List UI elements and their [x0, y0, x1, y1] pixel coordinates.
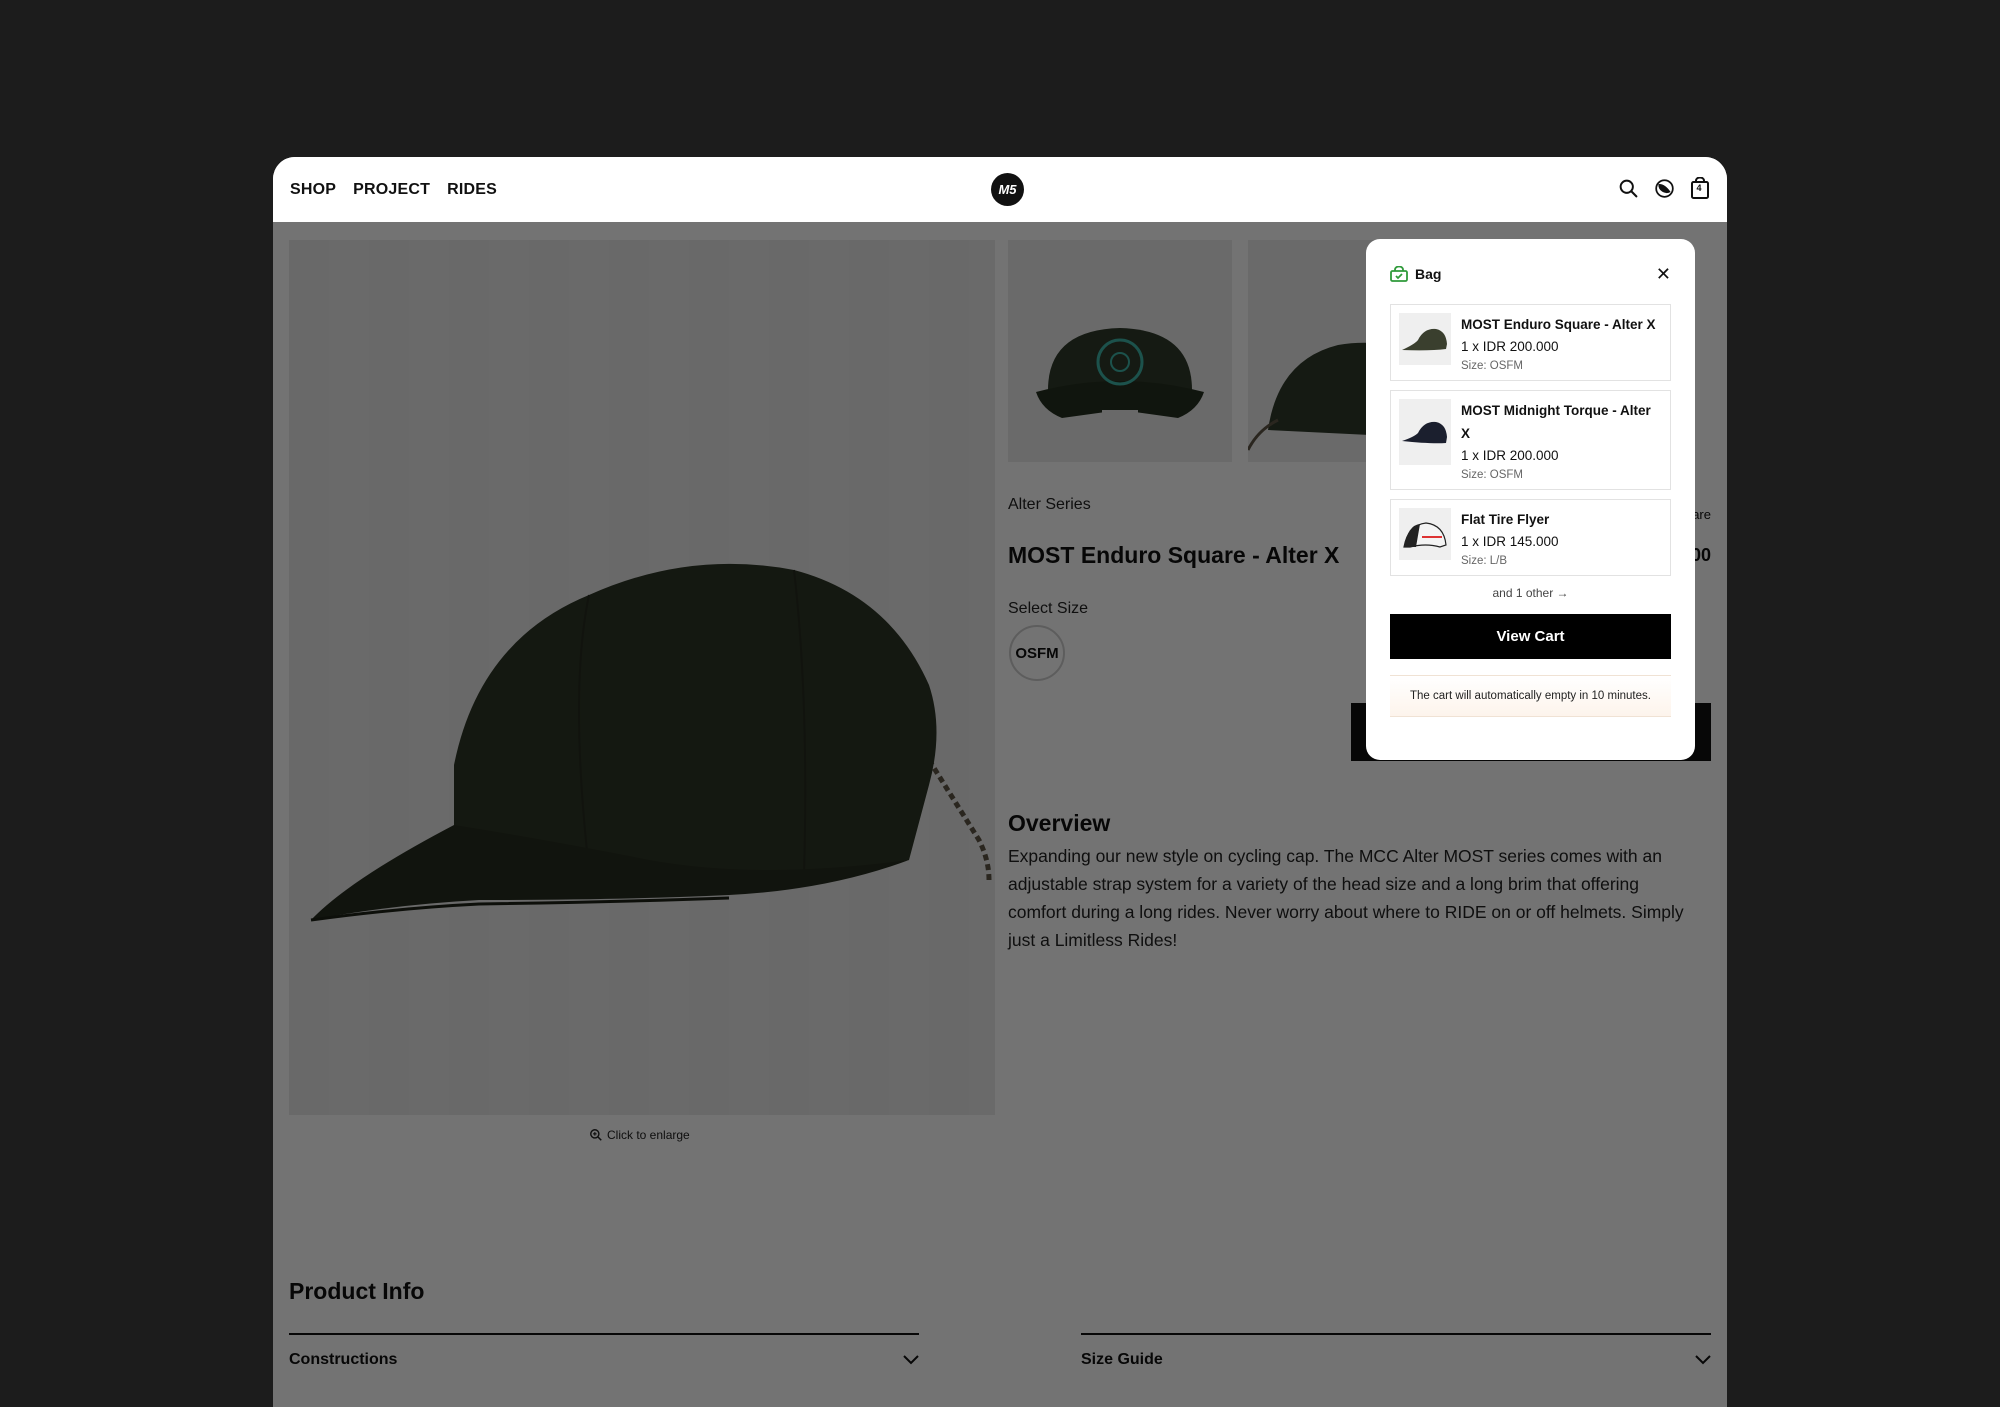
- bag-item-name: MOST Enduro Square - Alter X: [1461, 317, 1656, 332]
- bag-header: Bag ✕: [1390, 263, 1671, 285]
- overview-text: Expanding our new style on cycling cap. …: [1008, 846, 1684, 950]
- nav-project[interactable]: PROJECT: [353, 181, 430, 199]
- product-series[interactable]: Alter Series: [1008, 496, 1091, 514]
- bag-title: Bag: [1415, 266, 1442, 282]
- bag-item-qty-price: 1 x IDR 200.000: [1461, 448, 1559, 463]
- search-icon[interactable]: [1617, 177, 1639, 199]
- overview-heading: Overview: [1008, 810, 1111, 836]
- cart-count-badge: 4: [1696, 183, 1702, 193]
- site-logo[interactable]: M5: [991, 173, 1024, 206]
- bag-item-list: MOST Enduro Square - Alter X 1 x IDR 200…: [1390, 304, 1671, 576]
- zoom-in-icon: [590, 1129, 602, 1141]
- accordion-size-guide[interactable]: Size Guide: [1081, 1333, 1711, 1385]
- main-nav: SHOP PROJECT RIDES: [290, 181, 497, 199]
- bag-item[interactable]: MOST Enduro Square - Alter X 1 x IDR 200…: [1390, 304, 1671, 381]
- bag-item[interactable]: MOST Midnight Torque - Alter X 1 x IDR 2…: [1390, 390, 1671, 490]
- cart-expiry-note: The cart will automatically empty in 10 …: [1390, 675, 1671, 717]
- bag-item-thumbnail: [1399, 313, 1451, 365]
- bag-item-qty-price: 1 x IDR 145.000: [1461, 534, 1559, 549]
- bag-item-size: Size: L/B: [1461, 555, 1508, 567]
- chevron-down-icon: [1695, 1355, 1711, 1365]
- bag-item-qty-price: 1 x IDR 200.000: [1461, 339, 1559, 354]
- accordion-constructions[interactable]: Constructions: [289, 1333, 919, 1385]
- product-thumbnail-front[interactable]: [1008, 240, 1232, 462]
- bag-item-thumbnail: [1399, 399, 1451, 465]
- nav-rides[interactable]: RIDES: [447, 181, 497, 199]
- enlarge-hint[interactable]: Click to enlarge: [589, 1128, 690, 1142]
- close-icon[interactable]: ✕: [1656, 265, 1671, 283]
- bag-item[interactable]: Flat Tire Flyer 1 x IDR 145.000 Size: L/…: [1390, 499, 1671, 576]
- cart-icon[interactable]: 4: [1689, 177, 1711, 199]
- site-header: SHOP PROJECT RIDES M5 4: [273, 157, 1727, 222]
- bag-item-name: MOST Midnight Torque - Alter X: [1461, 403, 1651, 441]
- nav-shop[interactable]: SHOP: [290, 181, 336, 199]
- chevron-down-icon: [903, 1355, 919, 1365]
- select-size-label: Select Size: [1008, 600, 1089, 617]
- accordion-label: Size Guide: [1081, 1351, 1163, 1368]
- more-items-link[interactable]: and 1 other →: [1390, 586, 1671, 600]
- bag-item-thumbnail: [1399, 508, 1451, 560]
- bag-popup: Bag ✕ MOST Enduro Square - Alter X 1 x I…: [1366, 239, 1695, 760]
- view-cart-button[interactable]: View Cart: [1390, 614, 1671, 659]
- accordion-label: Constructions: [289, 1351, 398, 1368]
- share-label[interactable]: are: [1692, 507, 1711, 522]
- bag-item-size: Size: OSFM: [1461, 360, 1523, 372]
- main-product-image[interactable]: [289, 240, 995, 1115]
- size-option-osfm[interactable]: OSFM: [1009, 625, 1065, 681]
- bag-check-icon: [1390, 266, 1408, 282]
- header-actions: 4: [1617, 177, 1711, 199]
- bag-item-size: Size: OSFM: [1461, 469, 1523, 481]
- enlarge-label: Click to enlarge: [607, 1128, 690, 1142]
- bag-item-name: Flat Tire Flyer: [1461, 512, 1550, 527]
- product-title: MOST Enduro Square - Alter X: [1008, 542, 1340, 568]
- theme-toggle-icon[interactable]: [1653, 177, 1675, 199]
- product-info-heading: Product Info: [289, 1278, 425, 1304]
